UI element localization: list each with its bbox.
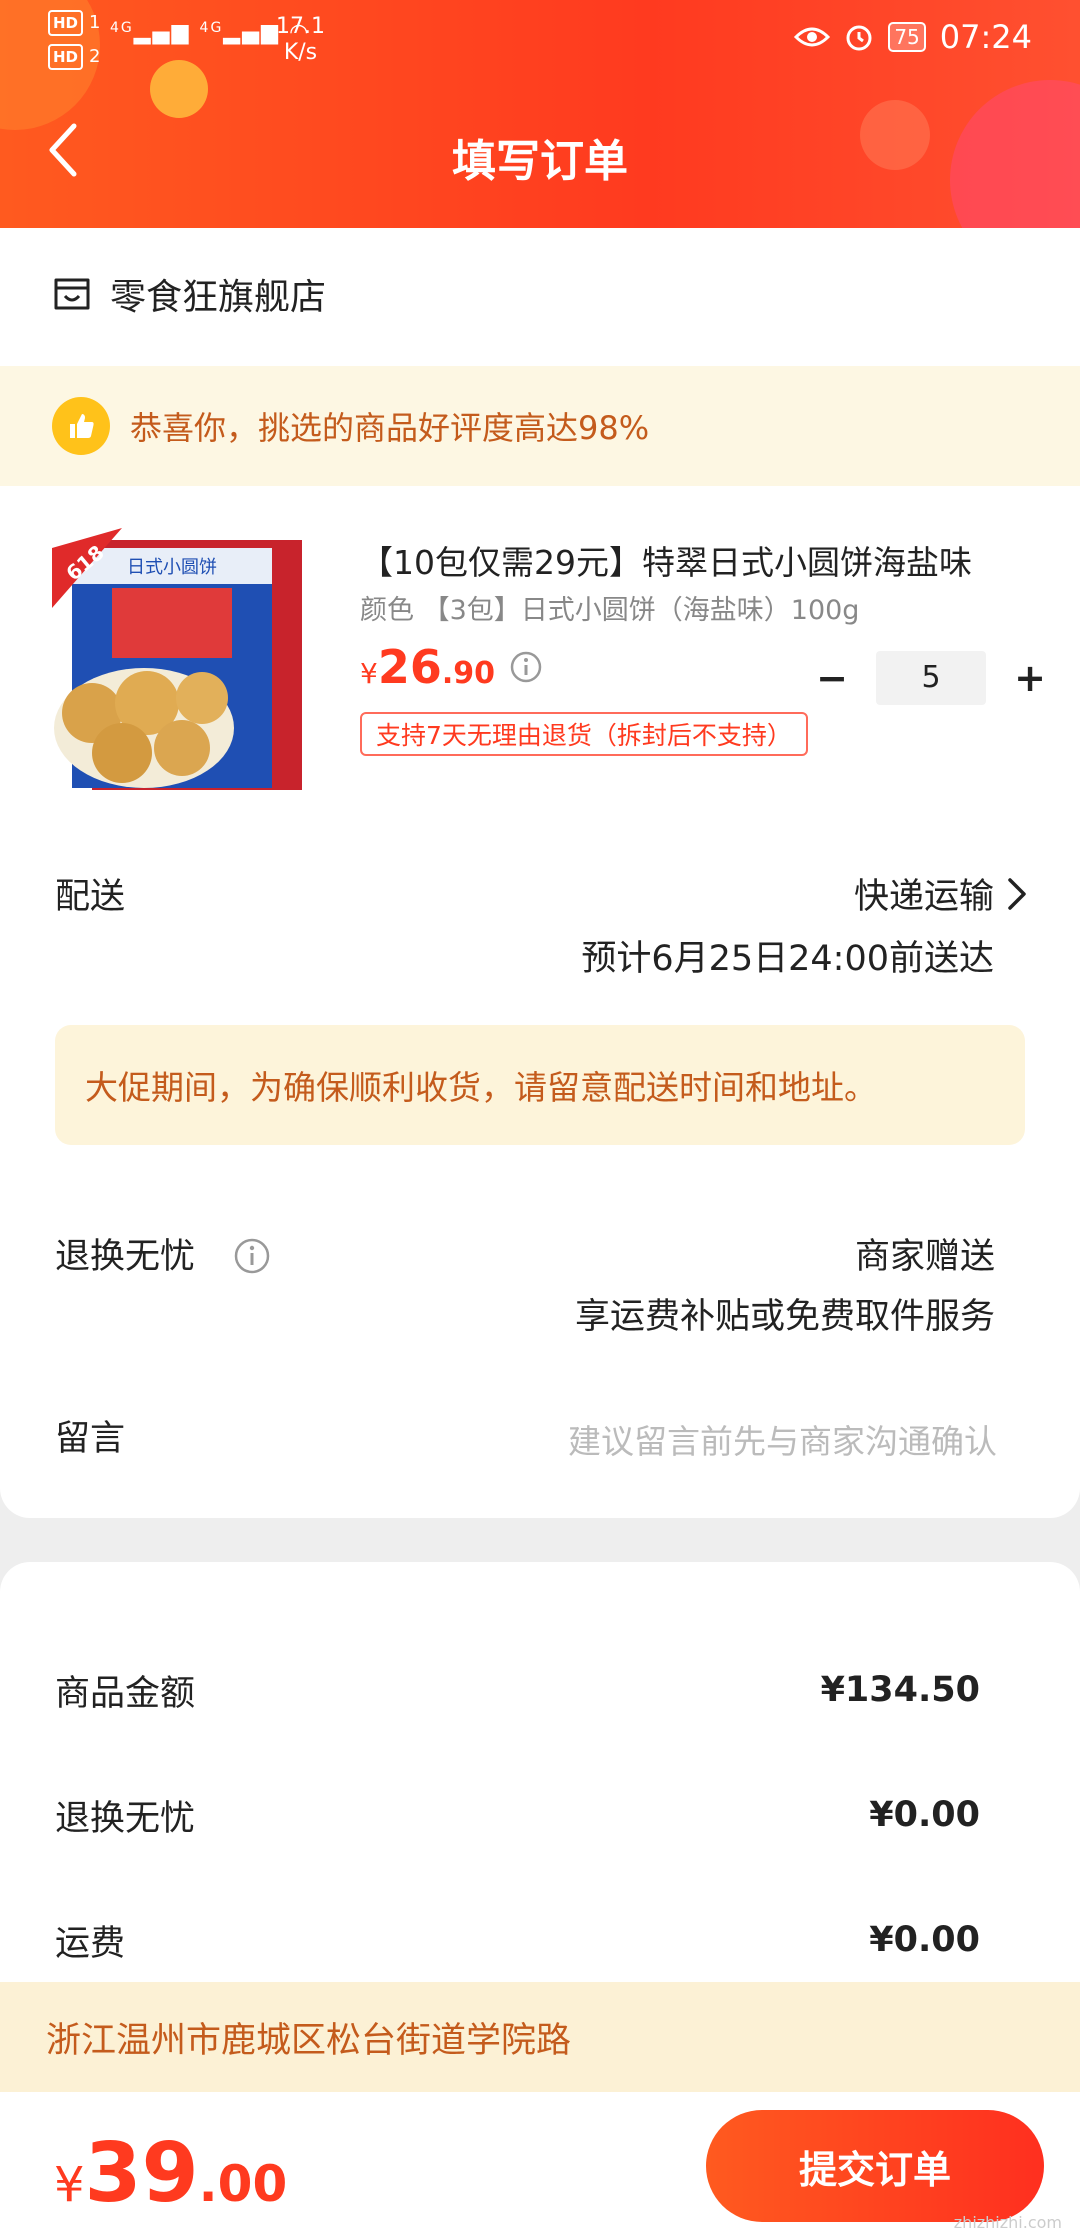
decrease-button[interactable]: − <box>812 658 852 698</box>
return-service-label: 退换无忧 <box>55 1237 196 1277</box>
product-price: ¥ 26 .90 <box>360 640 543 694</box>
message-label: 留言 <box>55 1419 126 1459</box>
status-bar: HD 1 HD 2 4G▂▄▆ 4G▂▄▆ ◠ 17.1 K/s 75 07:24 <box>0 0 1080 78</box>
network-speed: 17.1 K/s <box>276 14 325 66</box>
package-label: 日式小圆饼 <box>127 557 217 578</box>
signal-icon: ▂▄▆ <box>133 20 191 45</box>
shipping-fee-value: ¥0.00 <box>869 1920 980 1960</box>
total-price: ¥ 39 .00 <box>54 2126 287 2221</box>
product-spec[interactable]: 颜色 【3包】日式小圆饼（海盐味）100g <box>360 588 859 627</box>
network-type: 4G <box>110 20 134 36</box>
summary-shipping-row: 运费 ¥0.00 <box>55 1910 980 1970</box>
store-icon <box>54 278 90 310</box>
product-title: 【10包仅需29元】特翠日式小圆饼海盐味 <box>360 543 972 582</box>
store-row[interactable]: 零食狂旗舰店 <box>52 266 326 322</box>
goods-amount-value: ¥134.50 <box>820 1670 980 1710</box>
signal-icon: ▂▄▆ <box>223 20 281 45</box>
alarm-icon <box>846 25 872 51</box>
return-service-provider: 商家赠送 <box>854 1237 995 1277</box>
praise-text: 恭喜你，挑选的商品好评度高达98% <box>130 409 650 447</box>
clock-time: 07:24 <box>939 18 1032 56</box>
speed-value: 17.1 <box>276 14 325 39</box>
thumbs-up-icon <box>52 397 110 455</box>
header-bar: HD 1 HD 2 4G▂▄▆ 4G▂▄▆ ◠ 17.1 K/s 75 07:24 … <box>0 0 1080 228</box>
total-decimal: .00 <box>198 2155 288 2213</box>
return-fee-label: 退换无忧 <box>55 1798 196 1839</box>
checkout-bar: ¥ 39 .00 提交订单 zhizhizhi.com <box>0 2092 1080 2240</box>
message-input[interactable] <box>440 1410 999 1472</box>
return-fee-value: ¥0.00 <box>869 1795 980 1835</box>
quantity-stepper: − 5 + <box>812 651 1050 705</box>
product-image[interactable]: 日式小圆饼 618 <box>52 528 306 798</box>
sim-indicators: HD 1 HD 2 <box>48 10 100 70</box>
delivery-method[interactable]: 快递运输 <box>854 868 994 919</box>
return-service-desc: 享运费补贴或免费取件服务 <box>574 1297 995 1337</box>
hd-badge: HD <box>48 44 84 70</box>
total-integer: 39 <box>84 2126 199 2221</box>
praise-banner: 恭喜你，挑选的商品好评度高达98% <box>0 366 1080 486</box>
summary-card: 商品金额 ¥134.50 退换无忧 ¥0.00 运费 ¥0.00 <box>0 1562 1080 1982</box>
increase-button[interactable]: + <box>1010 658 1050 698</box>
hd-badge: HD <box>48 10 84 36</box>
price-integer: 26 <box>377 640 442 694</box>
battery-icon: 75 <box>888 22 926 52</box>
quantity-value[interactable]: 5 <box>876 651 986 705</box>
sim-number: 2 <box>89 46 101 67</box>
summary-goods-row: 商品金额 ¥134.50 <box>55 1660 980 1720</box>
address-bar[interactable]: 浙江温州市鹿城区松台街道学院路 <box>0 1982 1080 2092</box>
shipping-fee-label: 运费 <box>55 1923 126 1964</box>
price-decimal: .90 <box>441 656 495 691</box>
status-right: 75 07:24 <box>794 18 1032 56</box>
info-icon[interactable] <box>232 1236 272 1276</box>
network-type: 4G <box>199 20 224 36</box>
sim-number: 1 <box>89 12 101 33</box>
store-name: 零食狂旗舰店 <box>110 277 327 318</box>
return-policy-tag: 支持7天无理由退货（拆封后不支持） <box>360 712 808 756</box>
eye-icon <box>794 27 831 47</box>
delivery-label: 配送 <box>55 877 126 917</box>
delivery-eta: 预计6月25日24:00前送达 <box>581 939 994 979</box>
price-symbol: ¥ <box>360 657 378 690</box>
total-symbol: ¥ <box>54 2157 85 2213</box>
speed-unit: K/s <box>283 40 318 65</box>
chevron-right-icon[interactable] <box>1006 876 1028 912</box>
submit-order-button[interactable]: 提交订单 <box>706 2110 1044 2222</box>
summary-return-row: 退换无忧 ¥0.00 <box>55 1785 980 1845</box>
promo-notice: 大促期间，为确保顺利收货，请留意配送时间和地址。 <box>55 1025 1025 1145</box>
page-title: 填写订单 <box>452 136 628 187</box>
info-icon[interactable] <box>509 650 543 684</box>
watermark: zhizhizhi.com <box>953 2213 1062 2232</box>
order-card: 零食狂旗舰店 恭喜你，挑选的商品好评度高达98% 日式小圆饼 618 【10包仅… <box>0 228 1080 1518</box>
goods-amount-label: 商品金额 <box>55 1673 196 1714</box>
